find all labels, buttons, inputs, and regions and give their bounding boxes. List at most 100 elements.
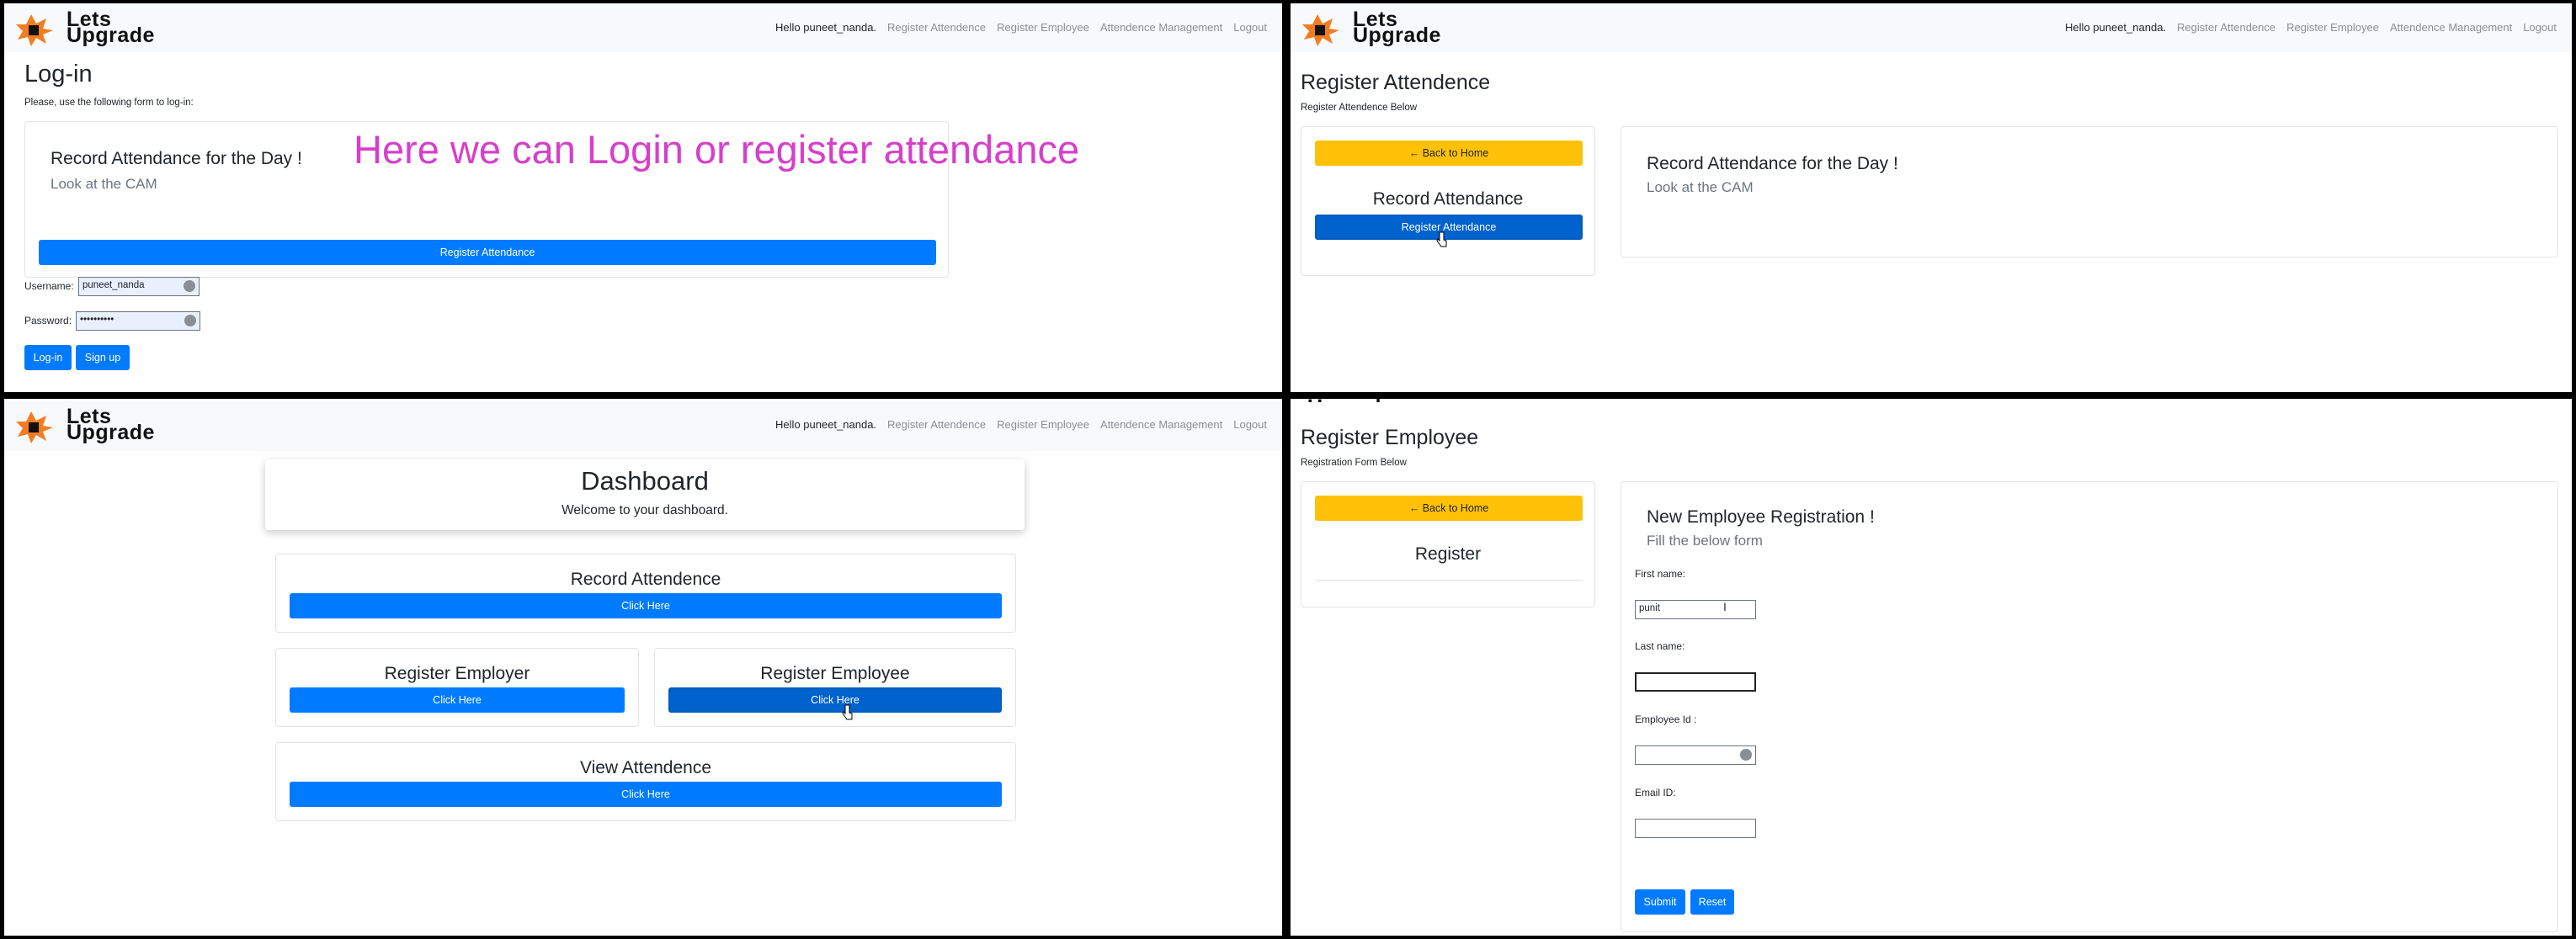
card-title: Record Attendence	[570, 570, 721, 589]
nav-register-attendence[interactable]: Register Attendence	[887, 418, 986, 431]
logo-text: Lets Upgrade	[1307, 399, 1418, 402]
hand-cursor-icon	[1436, 231, 1447, 247]
nav-logout[interactable]: Logout	[1233, 418, 1267, 431]
side-card-title: Record Attendance	[1372, 189, 1524, 209]
text-cursor-icon: I	[1723, 600, 1727, 613]
attendance-card: Record Attendance for the Day ! Look at …	[1621, 126, 2558, 257]
reset-button[interactable]: Reset	[1690, 889, 1734, 915]
autofill-key-icon[interactable]	[184, 280, 195, 292]
navbar: Lets Upgrade Hello puneet_nanda. Register…	[4, 3, 1282, 52]
page-subtitle: Please, use the following form to log-in…	[24, 98, 194, 108]
dashboard-welcome: Welcome to your dashboard.	[562, 503, 728, 517]
form-title: New Employee Registration !	[1647, 507, 1875, 527]
nav-attendence-management[interactable]: Attendence Management	[1100, 21, 1222, 34]
nav-logout[interactable]: Logout	[1233, 21, 1267, 34]
nav-greeting: Hello puneet_nanda.	[2065, 21, 2167, 34]
card-title: Register Employer	[384, 664, 530, 683]
form-subtitle: Fill the below form	[1647, 533, 1763, 549]
first-name-label: First name:	[1635, 568, 1686, 580]
back-to-home-button[interactable]: ← Back to Home	[1315, 141, 1583, 166]
nav-links: Hello puneet_nanda. Register Attendence …	[775, 21, 1267, 34]
signup-button[interactable]: Sign up	[76, 345, 130, 370]
page-subtitle: Register Attendence Below	[1301, 103, 1418, 113]
card-title: Register Employee	[760, 664, 910, 683]
card-title: View Attendence	[579, 758, 712, 777]
first-name-value: punit	[1639, 603, 1660, 613]
view-attendence-click-button[interactable]: Click Here	[290, 782, 1002, 807]
autofill-key-icon[interactable]	[1740, 749, 1752, 761]
record-attendence-click-button[interactable]: Click Here	[290, 593, 1002, 618]
card-title: Record Attendance for the Day !	[51, 149, 302, 168]
last-name-label: Last name:	[1635, 640, 1685, 652]
side-card-title: Register	[1414, 544, 1482, 564]
nav-greeting: Hello puneet_nanda.	[775, 418, 877, 431]
logo-burst-icon	[16, 14, 53, 46]
nav-attendence-management[interactable]: Attendence Management	[1100, 418, 1222, 431]
hand-cursor-icon	[842, 704, 853, 720]
register-attendance-button[interactable]: Register Attendance	[39, 240, 936, 265]
registration-form-card: New Employee Registration ! Fill the bel…	[1621, 481, 2558, 932]
letsupgrade-logo[interactable]: Lets Upgrade	[1301, 8, 1473, 47]
divider	[1315, 580, 1583, 581]
logo-text: Lets Upgrade	[67, 405, 155, 444]
nav-greeting: Hello puneet_nanda.	[775, 21, 877, 34]
back-to-home-button[interactable]: ← Back to Home	[1315, 496, 1583, 521]
dashboard-header-card: Dashboard Welcome to your dashboard.	[265, 459, 1025, 530]
nav-links: Hello puneet_nanda. Register Attendence …	[775, 418, 1267, 431]
email-label: Email ID:	[1635, 787, 1676, 798]
nav-links: Hello puneet_nanda. Register Attendence …	[2065, 21, 2557, 34]
password-field[interactable]: ••••••••••	[76, 311, 200, 331]
last-name-field[interactable]	[1635, 672, 1756, 692]
scrolled-logo-fragment: Lets Upgrade	[1301, 399, 1418, 402]
logo-text: Lets Upgrade	[1353, 8, 1441, 47]
navbar: Lets Upgrade Hello puneet_nanda. Register…	[1291, 3, 2572, 52]
password-value: ••••••••••	[80, 315, 114, 325]
register-employee-click-button[interactable]: Click Here	[668, 687, 1002, 713]
nav-attendence-management[interactable]: Attendence Management	[2390, 21, 2512, 34]
page-title: Register Employee	[1301, 426, 1479, 449]
card-title: Record Attendance for the Day !	[1647, 154, 1898, 173]
username-value: puneet_nanda	[82, 280, 145, 290]
nav-register-employee[interactable]: Register Employee	[2286, 21, 2379, 34]
letsupgrade-logo[interactable]: Lets Upgrade	[14, 405, 187, 444]
logo-text: Lets Upgrade	[67, 8, 155, 47]
letsupgrade-logo[interactable]: Lets Upgrade	[14, 8, 187, 47]
view-attendence-card: View Attendence Click Here	[275, 742, 1016, 821]
annotation-text: Here we can Login or register attendance	[354, 127, 1080, 172]
nav-register-employee[interactable]: Register Employee	[997, 21, 1089, 34]
nav-register-attendence[interactable]: Register Attendence	[2177, 21, 2275, 34]
login-screen-panel: Lets Upgrade Hello puneet_nanda. Register…	[4, 3, 1282, 392]
nav-register-attendence[interactable]: Register Attendence	[887, 21, 986, 34]
employee-id-field[interactable]	[1635, 745, 1756, 765]
logo-burst-icon	[16, 411, 53, 443]
email-field[interactable]	[1635, 819, 1756, 838]
autofill-key-icon[interactable]	[184, 315, 196, 326]
register-employer-card: Register Employer Click Here	[275, 648, 639, 727]
register-employee-panel: Lets Upgrade Register Employee Registrat…	[1291, 399, 2572, 936]
logo-burst-icon	[1302, 14, 1339, 46]
register-attendance-button[interactable]: Register Attendance	[1315, 215, 1583, 240]
dashboard-title: Dashboard	[581, 466, 709, 496]
submit-button[interactable]: Submit	[1635, 889, 1685, 915]
page-title: Register Attendence	[1301, 71, 1491, 94]
side-card: ← Back to Home Register	[1301, 481, 1595, 607]
navbar: Lets Upgrade Hello puneet_nanda. Register…	[4, 401, 1282, 451]
card-subtitle: Look at the CAM	[51, 176, 157, 192]
register-employee-card: Register Employee Click Here	[654, 648, 1016, 727]
username-field[interactable]: puneet_nanda	[78, 277, 200, 296]
password-label: Password:	[24, 315, 72, 326]
first-name-field[interactable]: punit I	[1635, 600, 1756, 619]
page-title: Log-in	[24, 61, 93, 88]
nav-register-employee[interactable]: Register Employee	[997, 418, 1089, 431]
register-employer-click-button[interactable]: Click Here	[290, 687, 625, 713]
username-label: Username:	[24, 280, 74, 292]
employee-id-label: Employee Id :	[1635, 714, 1697, 725]
card-subtitle: Look at the CAM	[1647, 179, 1754, 195]
nav-logout[interactable]: Logout	[2523, 21, 2557, 34]
register-attendence-panel: Lets Upgrade Hello puneet_nanda. Register…	[1291, 3, 2572, 392]
record-attendence-card: Record Attendence Click Here	[275, 554, 1016, 633]
page-subtitle: Registration Form Below	[1301, 458, 1407, 468]
login-button[interactable]: Log-in	[24, 345, 72, 370]
side-card: ← Back to Home Record Attendance Registe…	[1301, 126, 1595, 276]
dashboard-panel: Lets Upgrade Hello puneet_nanda. Register…	[4, 399, 1282, 936]
